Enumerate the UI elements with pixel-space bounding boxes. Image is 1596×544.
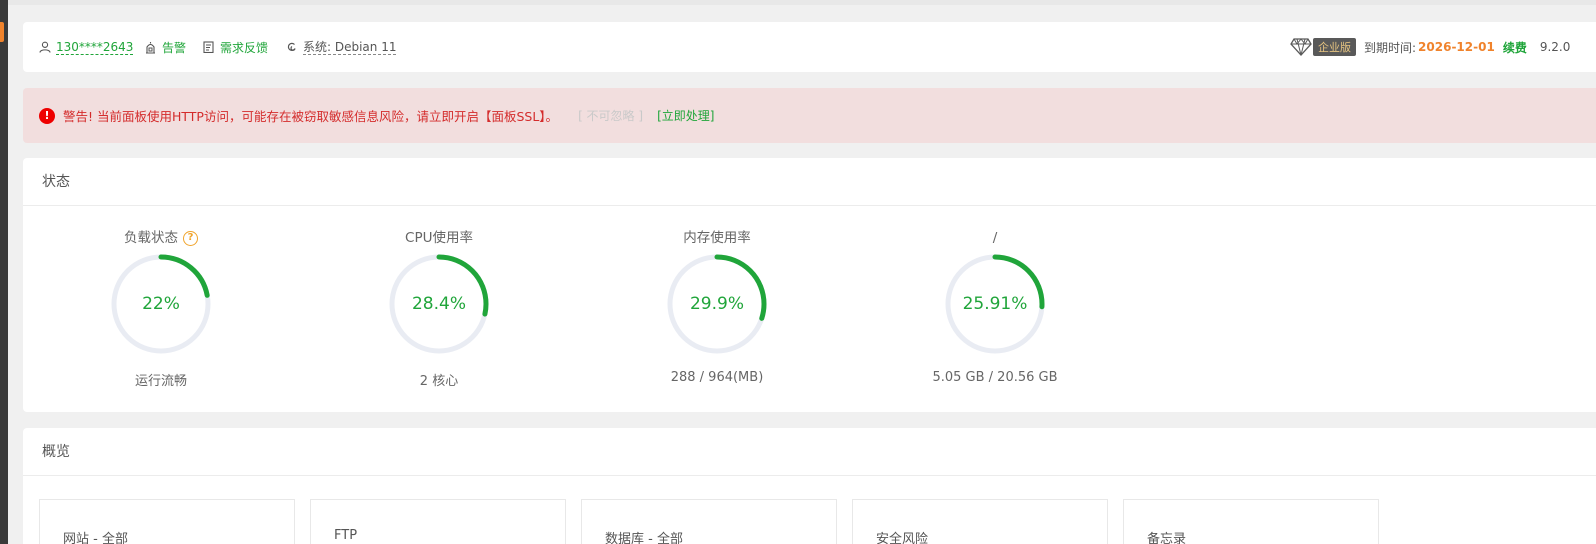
system-label[interactable]: 系统: Debian 11: [303, 40, 397, 55]
gauge-ring[interactable]: 28.4%: [387, 252, 491, 356]
overview-tile-website[interactable]: 网站 - 全部: [39, 499, 295, 544]
overview-tile-security[interactable]: 安全风险: [852, 499, 1108, 544]
gauge-value: 25.91%: [962, 294, 1028, 314]
gauge-load[interactable]: 负载状态 ? 22% 运行流畅: [61, 228, 261, 389]
alert-ignore: [ 不可忽略 ]: [578, 109, 644, 123]
tile-label: 安全风险: [876, 532, 929, 544]
feedback-link[interactable]: 需求反馈: [203, 22, 268, 72]
alarm-label[interactable]: 告警: [162, 39, 186, 56]
sidebar-active-marker: [0, 22, 4, 42]
tile-label: 备忘录: [1147, 532, 1187, 544]
edition-badge: 企业版: [1313, 38, 1356, 56]
status-card: 状态 负载状态 ? 22% 运行流畅 CPU使用率 28.4% 2 核心 内存使…: [23, 158, 1596, 412]
license-info: 企业版 到期时间: 2026-12-01 续费 9.2.0: [1290, 22, 1570, 72]
diamond-icon: [1290, 38, 1312, 56]
alarm-link[interactable]: 告警: [144, 22, 186, 72]
version-label[interactable]: 9.2.0: [1540, 40, 1571, 54]
gauge-label: CPU使用率: [405, 230, 473, 246]
gauge-disk[interactable]: / 25.91% 5.05 GB / 20.56 GB: [895, 228, 1095, 385]
status-title: 状态: [23, 158, 1596, 206]
renew-link[interactable]: 续费: [1503, 39, 1527, 56]
gauge-sub: 5.05 GB / 20.56 GB: [932, 370, 1058, 385]
gauge-ring[interactable]: 29.9%: [665, 252, 769, 356]
header-bar: 130****2643 告警 需求反馈 系统: Debian 11 企业版 到期…: [23, 22, 1596, 72]
tile-label: 数据库 - 全部: [605, 532, 683, 544]
gauge-memory[interactable]: 内存使用率 29.9% 288 / 964(MB): [617, 228, 817, 385]
ssl-warning-alert: ! 警告! 当前面板使用HTTP访问，可能存在被窃取敏感信息风险，请立即开启【面…: [23, 88, 1596, 143]
overview-tile-database[interactable]: 数据库 - 全部: [581, 499, 837, 544]
gauge-ring[interactable]: 25.91%: [943, 252, 1047, 356]
gauge-value: 28.4%: [411, 294, 466, 314]
gauge-label: 负载状态: [124, 230, 178, 246]
edit-note-icon: [203, 41, 214, 53]
gauge-value: 29.9%: [689, 294, 744, 314]
sidebar-edge: [0, 0, 8, 544]
system-info[interactable]: 系统: Debian 11: [286, 22, 397, 72]
gauge-value: 22%: [142, 294, 180, 314]
warning-icon: !: [39, 107, 55, 124]
feedback-label[interactable]: 需求反馈: [220, 39, 268, 56]
user-account[interactable]: 130****2643: [39, 22, 134, 72]
expire-label: 到期时间:: [1364, 40, 1417, 55]
gauge-ring[interactable]: 22%: [109, 252, 213, 356]
overview-tile-memo[interactable]: 备忘录: [1123, 499, 1379, 544]
gauge-label: /: [992, 230, 998, 246]
user-phone[interactable]: 130****2643: [56, 40, 134, 55]
overview-tile-ftp[interactable]: FTP: [310, 499, 566, 544]
alert-action-link[interactable]: [立即处理]: [657, 107, 714, 124]
gauge-sub: 2 核心: [419, 374, 459, 389]
overview-card: 概览 网站 - 全部 FTP 数据库 - 全部 安全风险 备忘录: [23, 428, 1596, 544]
overview-title: 概览: [23, 428, 1596, 476]
gauge-sub: 288 / 964(MB): [670, 370, 764, 385]
gauge-label: 内存使用率: [683, 230, 751, 246]
debian-icon: [287, 42, 296, 51]
top-divider: [8, 0, 1596, 5]
help-icon[interactable]: ?: [183, 230, 198, 246]
bell-icon: [146, 41, 155, 54]
gauge-sub: 运行流畅: [134, 374, 187, 389]
tile-label: FTP: [334, 528, 358, 543]
tile-label: 网站 - 全部: [63, 532, 128, 544]
expire-date: 2026-12-01: [1418, 40, 1495, 54]
gauge-cpu[interactable]: CPU使用率 28.4% 2 核心: [339, 228, 539, 389]
alert-message: 警告! 当前面板使用HTTP访问，可能存在被窃取敏感信息风险，请立即开启【面板S…: [63, 109, 559, 124]
user-icon: [39, 41, 51, 53]
